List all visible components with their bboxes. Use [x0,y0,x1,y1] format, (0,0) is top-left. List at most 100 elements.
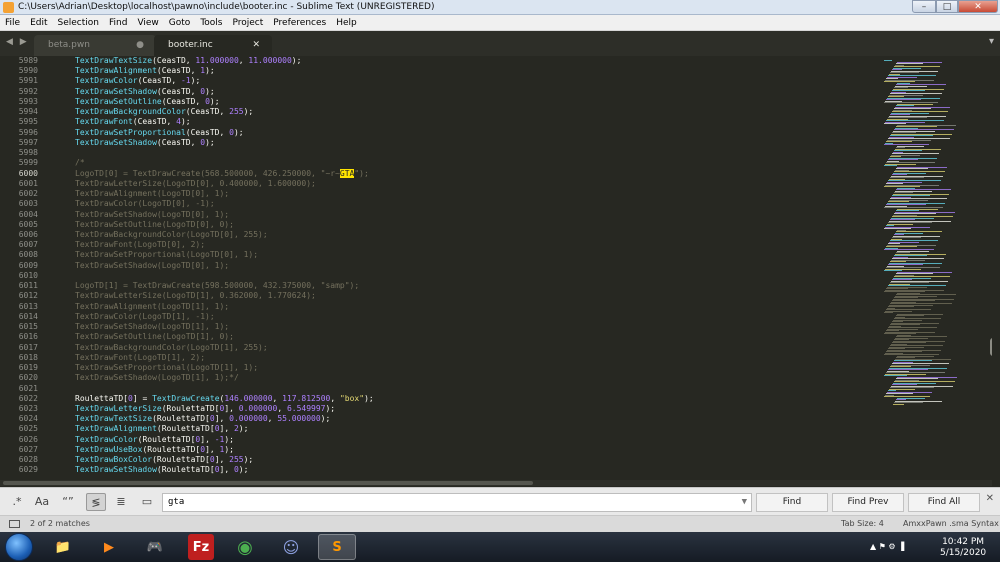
discord-icon[interactable]: ☺ [272,534,310,560]
horizontal-scroll-thumb[interactable] [3,481,533,485]
code-token: 11.000000 [195,56,239,65]
menu-selection[interactable]: Selection [53,18,104,28]
syntax-indicator[interactable]: AmxxPawn .sma Syntax [903,519,999,528]
tab-booter-inc[interactable]: booter.inc ✕ [154,35,272,56]
tab-size-indicator[interactable]: Tab Size: 4 [841,519,884,528]
menu-view[interactable]: View [132,18,163,28]
chrome-icon[interactable]: ◉ [226,534,264,560]
tab-close-icon[interactable]: ✕ [252,35,260,56]
code-line[interactable]: TextDrawBackgroundColor(LogoTD[1], 255); [75,343,875,353]
code-line[interactable]: /* [75,158,875,168]
menu-edit[interactable]: Edit [25,18,52,28]
code-line[interactable]: TextDrawFont(LogoTD[0], 2); [75,240,875,250]
code-line[interactable]: TextDrawColor(LogoTD[1], -1); [75,312,875,322]
line-number: 6022 [18,393,38,403]
wrap-toggle[interactable]: ≶ [86,493,106,511]
find-input[interactable]: gta ▼ [162,493,752,512]
code-line[interactable]: TextDrawSetShadow(CeasTD, 0); [75,138,875,148]
code-line[interactable]: TextDrawSetShadow(LogoTD[1], 1);*/ [75,373,875,383]
code-line[interactable]: TextDrawSetOutline(LogoTD[0], 0); [75,220,875,230]
menu-project[interactable]: Project [227,18,268,28]
maximize-button[interactable]: □ [936,0,958,13]
filezilla-icon[interactable]: Fz [188,534,214,560]
close-button[interactable]: ✕ [958,0,998,13]
taskbar-clock[interactable]: 10:42 PM 5/15/2020 [940,537,986,559]
horizontal-scrollbar[interactable] [0,480,992,486]
code-line[interactable]: TextDrawBoxColor(RoulettaTD[0], 255); [75,455,875,465]
whole-word-toggle[interactable]: “” [58,493,78,511]
menu-goto[interactable]: Goto [164,18,196,28]
find-all-button[interactable]: Find All [908,493,980,512]
code-line[interactable]: TextDrawSetShadow(RoulettaTD[0], 0); [75,465,875,475]
media-player-icon[interactable]: ▶ [90,534,128,560]
code-line[interactable]: TextDrawAlignment(LogoTD[0], 1); [75,189,875,199]
code-line[interactable]: TextDrawUseBox(RoulettaTD[0], 1); [75,445,875,455]
menu-help[interactable]: Help [331,18,362,28]
file-explorer-icon[interactable]: 📁 [44,534,82,560]
code-line[interactable]: TextDrawSetProportional(LogoTD[0], 1); [75,250,875,260]
gamepad-icon[interactable]: 🎮 [136,534,174,560]
code-line[interactable]: TextDrawColor(RoulettaTD[0], -1); [75,435,875,445]
regex-toggle[interactable]: .* [8,493,26,511]
line-number: 6029 [18,465,38,475]
code-line[interactable]: RoulettaTD[0] = TextDrawCreate(146.00000… [75,394,875,404]
code-line[interactable]: TextDrawAlignment(RoulettaTD[0], 2); [75,424,875,434]
panel-toggle-icon[interactable] [9,520,20,528]
code-token: TextDrawBackgroundColor [75,107,186,117]
code-line[interactable]: TextDrawTextSize(RoulettaTD[0], 0.000000… [75,414,875,424]
code-line[interactable]: TextDrawFont(LogoTD[1], 2); [75,353,875,363]
find-close-icon[interactable]: ✕ [986,493,994,504]
code-token: TextDrawSetOutline(LogoTD[0], 0); [75,219,234,229]
code-line[interactable]: LogoTD[0] = TextDrawCreate(568.500000, 4… [75,168,875,179]
code-token: 55.000000 [277,414,321,424]
code-line[interactable]: TextDrawSetOutline(CeasTD, 0); [75,97,875,107]
code-line[interactable]: TextDrawSetOutline(LogoTD[1], 0); [75,332,875,342]
case-sensitive-toggle[interactable]: Aa [33,493,51,511]
code-line[interactable]: TextDrawSetShadow(LogoTD[0], 1); [75,261,875,271]
code-line[interactable]: TextDrawAlignment(LogoTD[1], 1); [75,302,875,312]
code-line[interactable]: TextDrawLetterSize(RoulettaTD[0], 0.0000… [75,404,875,414]
code-line[interactable]: TextDrawAlignment(CeasTD, 1); [75,66,875,76]
system-tray-icons[interactable]: ▲ ⚑ ⚙ ▐ [870,542,904,551]
vertical-scrollbar[interactable] [990,338,992,356]
code-editor[interactable]: 5989 5990 5991 5992 5993 5994 5995 5996 5997 5998… [0,56,992,482]
code-token: TextDrawBackgroundColor(LogoTD[0], 255); [75,229,268,239]
code-line[interactable]: TextDrawSetProportional(LogoTD[1], 1); [75,363,875,373]
highlight-matches-toggle[interactable]: ▭ [138,493,156,511]
find-prev-button[interactable]: Find Prev [832,493,904,512]
sublime-text-icon[interactable]: S [318,534,356,560]
code-line[interactable] [75,271,875,281]
code-line[interactable]: TextDrawSetProportional(CeasTD, 0); [75,128,875,138]
code-line[interactable]: TextDrawColor(LogoTD[0], -1); [75,199,875,209]
code-line[interactable]: TextDrawBackgroundColor(LogoTD[0], 255); [75,230,875,240]
menu-find[interactable]: Find [104,18,132,28]
unsaved-dot-icon[interactable]: ● [136,35,144,56]
line-number: 6024 [18,414,38,424]
tab-nav-arrows-icon[interactable]: ◀ ▶ [6,37,29,47]
in-selection-toggle[interactable]: ≣ [112,493,130,511]
minimize-button[interactable]: – [912,0,936,13]
code-line[interactable]: TextDrawLetterSize(LogoTD[0], 0.400000, … [75,179,875,189]
code-line[interactable]: LogoTD[1] = TextDrawCreate(598.500000, 4… [75,281,875,291]
code-line[interactable]: TextDrawTextSize(CeasTD, 11.000000, 11.0… [75,56,875,66]
code-line[interactable]: TextDrawSetShadow(LogoTD[0], 1); [75,210,875,220]
code-line[interactable]: TextDrawSetShadow(CeasTD, 0); [75,87,875,97]
minimap[interactable] [880,56,990,482]
start-button[interactable] [5,533,33,561]
code-line[interactable] [75,384,875,394]
tab-list-chevron-icon[interactable]: ▾ [989,36,994,47]
find-history-dropdown-icon[interactable]: ▼ [742,494,747,511]
code-line[interactable]: TextDrawFont(CeasTD, 4); [75,117,875,127]
code-token: TextDrawSetProportional [75,127,186,137]
code-area[interactable]: TextDrawTextSize(CeasTD, 11.000000, 11.0… [75,56,875,482]
code-line[interactable]: TextDrawColor(CeasTD, -1); [75,76,875,86]
find-button[interactable]: Find [756,493,828,512]
menu-tools[interactable]: Tools [195,18,227,28]
menu-file[interactable]: File [0,18,25,28]
code-line[interactable]: TextDrawSetShadow(LogoTD[1], 1); [75,322,875,332]
code-line[interactable]: TextDrawBackgroundColor(CeasTD, 255); [75,107,875,117]
tab-beta-pwn[interactable]: beta.pwn ● [34,35,156,56]
code-line[interactable]: TextDrawLetterSize(LogoTD[1], 0.362000, … [75,291,875,301]
menu-preferences[interactable]: Preferences [268,18,331,28]
code-line[interactable] [75,148,875,158]
